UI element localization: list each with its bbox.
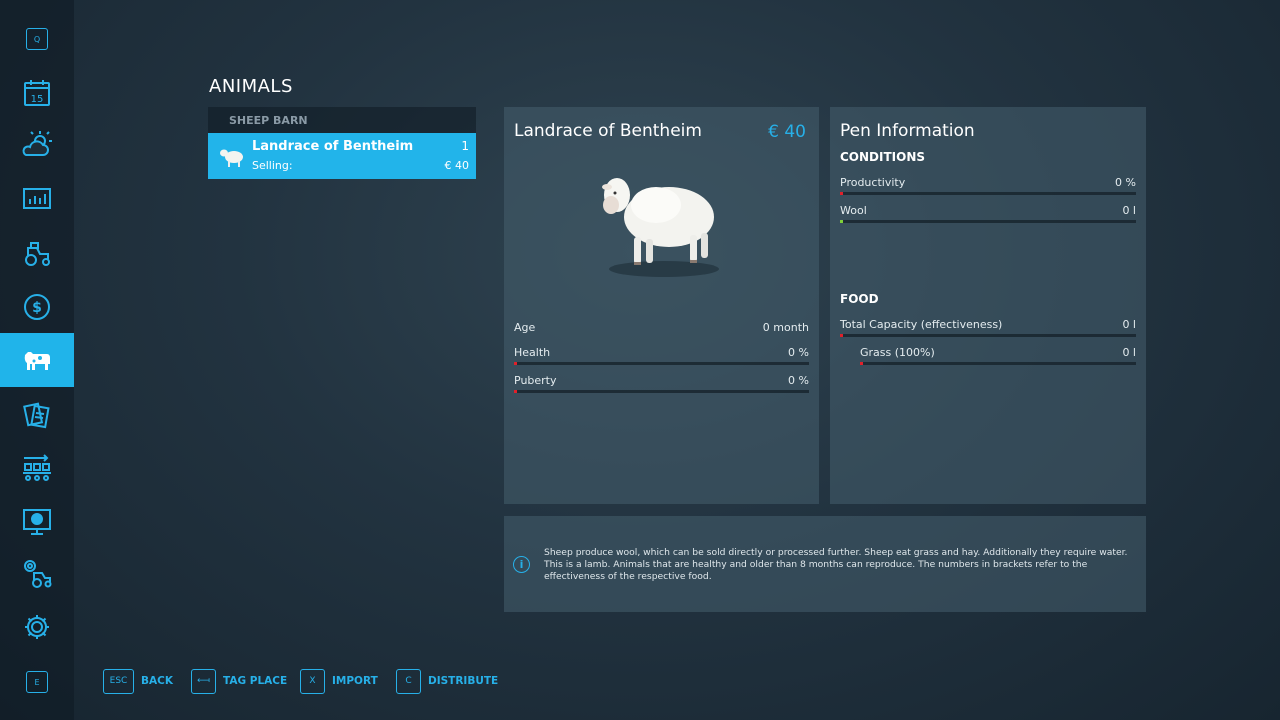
wool-label: Wool [840,204,867,217]
info-icon: i [513,556,530,573]
food-total-capacity: Total Capacity (effectiveness) 0 l [840,318,1136,340]
productivity-bar [840,192,1136,195]
finances-icon[interactable]: $ [0,280,74,334]
grass-bar [860,362,1136,365]
stat-age-label: Age [514,321,536,334]
stat-puberty-label: Puberty [514,374,557,387]
puberty-bar [514,390,809,393]
c-key-label: C [396,668,421,694]
info-text: Sheep produce wool, which can be sold di… [544,547,1128,582]
svg-text:$: $ [32,300,42,316]
tag-place-button[interactable]: ⟻ TAG PLACE [191,668,287,694]
productivity-label: Productivity [840,176,906,189]
prev-page-key[interactable]: Q [0,12,74,66]
list-item-name: Landrace of Bentheim [252,139,414,154]
calendar-day: 15 [31,94,44,105]
animal-name: Landrace of Bentheim [514,121,702,141]
next-page-key[interactable]: E [0,655,74,709]
wool-bar [840,220,1136,223]
grass-bar-fill [860,362,863,365]
stat-health: Health 0 % [514,346,809,368]
productivity-value: 0 % [1115,176,1136,189]
distribute-label: DISTRIBUTE [428,675,499,687]
contracts-icon[interactable] [0,388,74,442]
condition-wool: Wool 0 l [840,204,1136,226]
total-capacity-bar-fill [840,334,843,337]
list-header: SHEEP BARN [208,107,476,133]
animal-price: € 40 [768,122,806,142]
sheep-thumbnail-icon [220,149,243,167]
food-header: FOOD [840,292,879,306]
list-item-animal[interactable]: Landrace of Bentheim 1 Selling: € 40 [208,133,476,179]
x-key-label: X [300,668,325,694]
pen-title: Pen Information [840,121,975,141]
wool-value: 0 l [1122,204,1136,217]
production-icon[interactable] [0,441,74,495]
conditions-header: CONDITIONS [840,150,926,164]
health-bar-fill [514,362,517,365]
stat-health-label: Health [514,346,551,359]
pen-information-panel: Pen Information CONDITIONS Productivity … [830,107,1146,504]
total-capacity-value: 0 l [1122,318,1136,331]
total-capacity-bar [840,334,1136,337]
stat-puberty: Puberty 0 % [514,374,809,396]
sidebar: Q 15 $ E [0,0,74,720]
back-label: BACK [141,675,173,687]
list-item-sell-label: Selling: [252,159,293,172]
distribute-button[interactable]: C DISTRIBUTE [396,668,498,694]
import-label: IMPORT [332,675,378,687]
health-bar [514,362,809,365]
stat-health-value: 0 % [788,346,809,359]
esc-key-label: ESC [103,668,134,694]
q-key-label: Q [26,28,48,50]
tractor-icon[interactable] [0,226,74,280]
tag-place-label: TAG PLACE [223,675,288,687]
wool-bar-fill [840,220,843,223]
page-title: ANIMALS [209,76,293,97]
help-icon[interactable] [0,494,74,548]
sheep-image [602,178,719,277]
statistics-icon[interactable] [0,172,74,226]
food-grass: Grass (100%) 0 l [860,346,1136,368]
animals-icon[interactable] [0,333,74,387]
info-panel: i Sheep produce wool, which can be sold … [504,516,1146,612]
list-item-count: 1 [461,139,469,153]
animal-detail-panel: Landrace of Bentheim € 40 Age 0 month He… [504,107,819,504]
settings-icon[interactable] [0,600,74,654]
stat-puberty-value: 0 % [788,374,809,387]
list-item-sell-price: € 40 [444,159,470,172]
animal-list: SHEEP BARN Landrace of Bentheim 1 Sellin… [208,107,476,179]
tag-place-key-label: ⟻ [191,668,216,694]
puberty-bar-fill [514,390,517,393]
back-button[interactable]: ESC BACK [103,668,173,694]
total-capacity-label: Total Capacity (effectiveness) [840,318,1003,331]
productivity-bar-fill [840,192,843,195]
stat-age: Age 0 month [514,321,809,343]
calendar-icon[interactable]: 15 [0,66,74,120]
condition-productivity: Productivity 0 % [840,176,1136,198]
grass-value: 0 l [1122,346,1136,359]
grass-label: Grass (100%) [860,346,935,359]
weather-icon[interactable] [0,118,74,172]
vehicle-settings-icon[interactable] [0,546,74,600]
import-button[interactable]: X IMPORT [300,668,378,694]
e-key-label: E [26,671,48,693]
stat-age-value: 0 month [762,321,809,334]
